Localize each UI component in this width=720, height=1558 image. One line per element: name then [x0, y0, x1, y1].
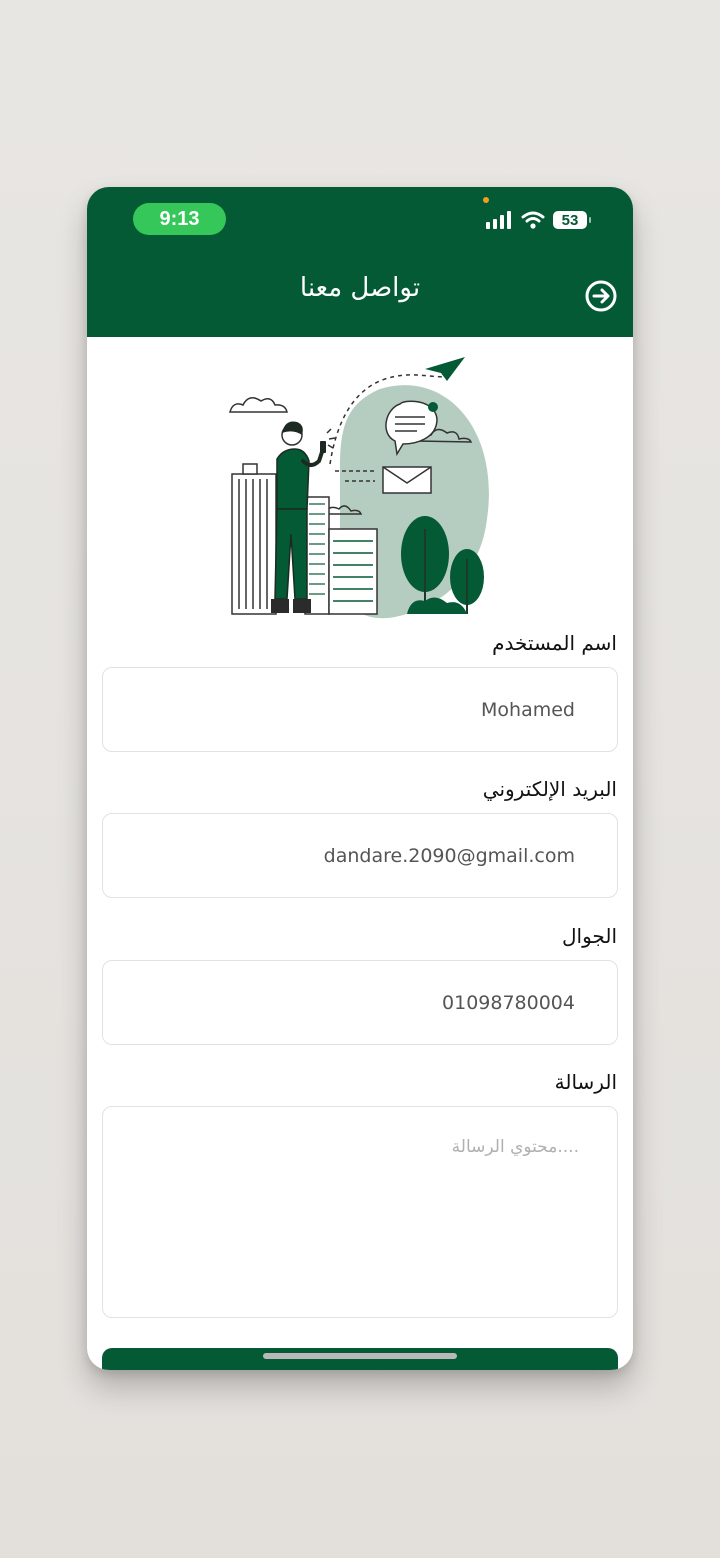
arrow-right-circle-icon[interactable]: [584, 279, 618, 313]
email-field[interactable]: [102, 813, 618, 898]
app-header: 9:13 53 تواصل معنا: [87, 187, 633, 337]
username-input[interactable]: [123, 698, 575, 721]
signal-icon: [486, 211, 511, 229]
message-textarea[interactable]: [123, 1137, 579, 1297]
status-icons: 53: [485, 211, 591, 229]
page-title: تواصل معنا: [299, 273, 421, 303]
email-input[interactable]: [123, 844, 575, 867]
phone-screen: 9:13 53 تواصل معنا اسم المستخدم Mohamed …: [87, 187, 633, 1370]
privacy-indicator-dot: [483, 197, 489, 203]
status-time: 9:13: [133, 203, 226, 235]
username-field[interactable]: [102, 667, 618, 752]
message-label: الرسالة: [554, 1070, 617, 1094]
username-label: اسم المستخدم: [492, 631, 617, 655]
phone-field[interactable]: [102, 960, 618, 1045]
email-label: البريد الإلكتروني: [482, 777, 617, 801]
phone-input[interactable]: [123, 991, 575, 1014]
wifi-icon: [521, 211, 545, 229]
battery-icon: 53: [553, 211, 591, 229]
contact-illustration: [229, 357, 489, 619]
phone-label: الجوال: [562, 924, 617, 948]
home-indicator: [263, 1353, 457, 1359]
submit-button[interactable]: [102, 1348, 618, 1370]
message-field[interactable]: [102, 1106, 618, 1318]
